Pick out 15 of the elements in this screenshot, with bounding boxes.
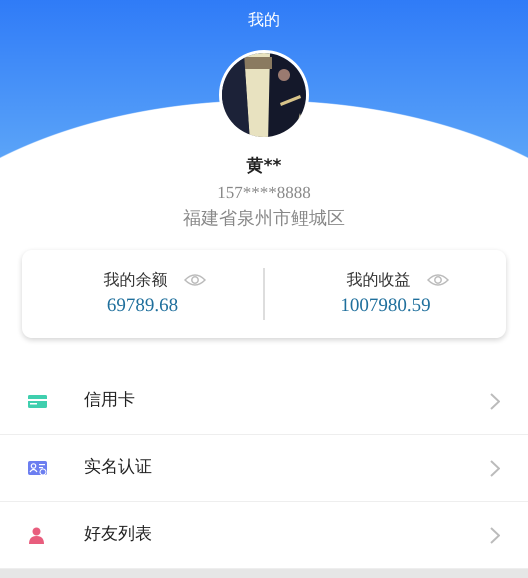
summary-label: 我的收益 [346, 268, 410, 291]
menu-item[interactable]: 实名认证 [0, 435, 528, 502]
chevron-right-icon [490, 460, 500, 476]
summary-label: 我的余额 [104, 268, 168, 291]
phone-number: 157****8888 [217, 182, 311, 204]
eye-icon[interactable] [426, 272, 448, 287]
address: 福建省泉州市鲤城区 [183, 207, 345, 231]
eye-icon[interactable] [184, 272, 206, 287]
chevron-right-icon [490, 392, 500, 410]
menu-item[interactable]: 信用卡 [0, 368, 528, 435]
chevron-right-icon [490, 526, 500, 544]
page-title: 我的 [248, 9, 280, 31]
amount: 69789.68 [106, 294, 178, 318]
amount: 1007980.59 [340, 294, 431, 318]
user-name: 黄** [246, 155, 282, 178]
